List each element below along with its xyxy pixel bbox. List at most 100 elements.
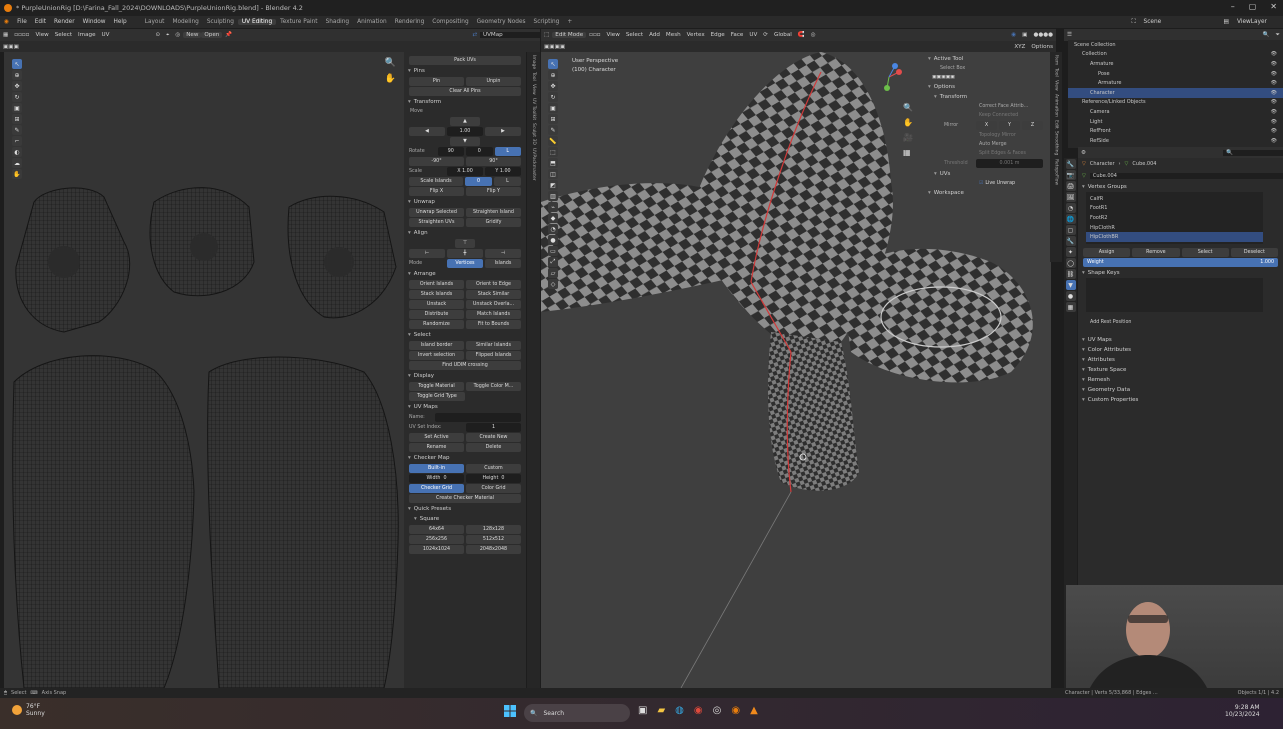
invert-selection-button[interactable]: Invert selection: [409, 351, 464, 360]
menu-edit[interactable]: Edit: [31, 19, 50, 25]
vp-grid-icon[interactable]: ▦: [903, 145, 913, 160]
tab-animation[interactable]: Animation: [353, 19, 391, 25]
vp-menu-add[interactable]: Add: [646, 32, 663, 38]
color-grid-button[interactable]: Color Grid: [466, 484, 521, 493]
mesh-name-field[interactable]: Cube.004: [1089, 173, 1283, 179]
visibility-eye-icon[interactable]: 👁: [1271, 119, 1277, 125]
transform-tool-icon[interactable]: ⊞: [12, 114, 22, 124]
display-section[interactable]: Display: [404, 371, 526, 381]
windows-start-icon[interactable]: [504, 705, 516, 717]
outliner-item[interactable]: Collection 👁: [1068, 50, 1283, 60]
xray-icon[interactable]: ▣: [1019, 32, 1030, 38]
create-new-button[interactable]: Create New: [466, 433, 521, 442]
vg-select-button[interactable]: Select: [1181, 247, 1229, 257]
uvs-subsection[interactable]: UVs: [924, 169, 1048, 179]
move-tool-icon[interactable]: ✥: [12, 81, 22, 91]
select-box-label[interactable]: Select Box: [924, 64, 1048, 73]
auto-merge-checkbox[interactable]: Auto Merge: [924, 140, 1048, 149]
tab-uv-editing[interactable]: UV Editing: [237, 19, 277, 25]
vp-shear-icon[interactable]: ▱: [548, 268, 558, 278]
menu-help[interactable]: Help: [110, 19, 131, 25]
weather-widget[interactable]: 76°F Sunny: [12, 703, 45, 717]
split-edges-checkbox[interactable]: Split Edges & Faces: [924, 149, 1048, 158]
tool-props-icon[interactable]: 🔧: [1065, 159, 1076, 169]
align-mode-islands[interactable]: Islands: [485, 259, 521, 268]
proportional-icon[interactable]: ◎: [172, 32, 183, 38]
vp-select-tool-icon[interactable]: ↖: [548, 59, 558, 69]
unwrap-selected-button[interactable]: Unwrap Selected: [409, 208, 464, 217]
navigation-gizmo-icon[interactable]: [874, 62, 904, 94]
workspace-section[interactable]: Workspace: [924, 188, 1048, 198]
annotate-tool-icon[interactable]: ✎: [12, 125, 22, 135]
tab-geometry-nodes[interactable]: Geometry Nodes: [473, 19, 530, 25]
shape-keys-list[interactable]: [1086, 277, 1263, 312]
remesh-section[interactable]: Remesh: [1078, 375, 1283, 385]
mirror-z-button[interactable]: Z: [1022, 121, 1043, 130]
align-mode-vertices[interactable]: Vertices: [447, 259, 483, 268]
custom-properties-section[interactable]: Custom Properties: [1078, 395, 1283, 405]
snap-icon[interactable]: ⌖: [163, 32, 172, 39]
blender-taskbar-icon[interactable]: ◉: [731, 705, 740, 716]
uvmap-field[interactable]: UVMap: [480, 32, 540, 38]
select-mode-icons[interactable]: ▫▫▫: [586, 32, 603, 38]
vp-pan-icon[interactable]: ✋: [903, 115, 913, 130]
custom-button[interactable]: Custom: [466, 464, 521, 473]
vp-move-tool-icon[interactable]: ✥: [548, 81, 558, 91]
built-in-button[interactable]: Built-in: [409, 464, 464, 473]
straighten-uvs-button[interactable]: Straighten UVs: [409, 218, 464, 227]
vertex-group-item[interactable]: FootR1: [1086, 204, 1263, 214]
outliner-item[interactable]: Light 👁: [1068, 117, 1283, 127]
orient-to-edge-button[interactable]: Orient to Edge: [466, 280, 521, 289]
vertex-groups-section[interactable]: Vertex Groups: [1078, 182, 1283, 192]
properties-search-field[interactable]: 🔍: [1223, 149, 1283, 156]
vp-menu-edge[interactable]: Edge: [708, 32, 728, 38]
transform-subsection[interactable]: Transform: [924, 92, 1048, 102]
vp-rip-icon[interactable]: ◇: [548, 279, 558, 289]
rotate-tool-icon[interactable]: ↻: [12, 92, 22, 102]
tab-layout[interactable]: Layout: [141, 19, 169, 25]
relax-tool-icon[interactable]: ☁: [12, 158, 22, 168]
mirror-y-button[interactable]: Y: [999, 121, 1020, 130]
rotate-neg90-button[interactable]: -90°: [409, 157, 464, 166]
vp-bevel-icon[interactable]: ◩: [548, 180, 558, 190]
vp-shrink-icon[interactable]: ⤢: [548, 257, 558, 267]
align-center-icon[interactable]: ╋: [447, 249, 483, 258]
tab-uvpackmaster[interactable]: UVPackmaster: [531, 148, 536, 181]
vp-poly-build-icon[interactable]: ◆: [548, 213, 558, 223]
vp-tab-smoothing[interactable]: Smoothing: [1054, 131, 1059, 155]
tab-view[interactable]: View: [531, 84, 536, 95]
vg-deselect-button[interactable]: Deselect: [1230, 247, 1278, 257]
modifier-props-icon[interactable]: 🔧: [1065, 236, 1076, 246]
uv-set-index-field[interactable]: 1: [466, 423, 521, 432]
output-props-icon[interactable]: 🖨: [1065, 181, 1076, 191]
live-unwrap-checkbox[interactable]: ☑ Live Unwrap: [924, 179, 1048, 188]
maximize-icon[interactable]: ▢: [1249, 2, 1257, 11]
move-amount-field[interactable]: 1.00: [447, 127, 483, 136]
menu-window[interactable]: Window: [79, 19, 110, 25]
outliner-search-icon[interactable]: 🔍: [1260, 32, 1273, 38]
scale-x-field[interactable]: X 1.00: [447, 167, 483, 176]
rip-tool-icon[interactable]: ⌐: [12, 136, 22, 146]
tab-uv-toolkit[interactable]: UV Toolkit: [531, 98, 536, 120]
outliner-item[interactable]: RefFront 👁: [1068, 126, 1283, 136]
scale-islands-button[interactable]: Scale Islands: [409, 177, 463, 186]
visibility-eye-icon[interactable]: 👁: [1271, 128, 1277, 134]
file-explorer-icon[interactable]: ▰: [657, 705, 665, 716]
tab-sculpting[interactable]: Sculpting: [203, 19, 238, 25]
keep-connected-checkbox[interactable]: Keep Connected: [924, 111, 1048, 120]
uv-name-field[interactable]: [435, 413, 521, 422]
preset-128-button[interactable]: 128x128: [466, 525, 521, 534]
visibility-eye-icon[interactable]: 👁: [1271, 51, 1277, 57]
uv-menu-view[interactable]: View: [32, 32, 51, 38]
vp-rotate-tool-icon[interactable]: ↻: [548, 92, 558, 102]
clear-all-pins-button[interactable]: Clear All Pins: [409, 87, 521, 96]
outliner-item[interactable]: Armature 👁: [1068, 59, 1283, 69]
uv-maps-section[interactable]: UV Maps: [404, 402, 526, 412]
vp-menu-select[interactable]: Select: [623, 32, 646, 38]
material-props-icon[interactable]: ●: [1065, 291, 1076, 301]
render-props-icon[interactable]: 📷: [1065, 170, 1076, 180]
vp-tab-tool[interactable]: Tool: [1054, 68, 1059, 77]
uv-select-mode-icons[interactable]: ▫▫▫▫: [11, 32, 32, 38]
vp-spin-icon[interactable]: ◔: [548, 224, 558, 234]
pan-hand-icon[interactable]: ✋: [385, 74, 396, 84]
